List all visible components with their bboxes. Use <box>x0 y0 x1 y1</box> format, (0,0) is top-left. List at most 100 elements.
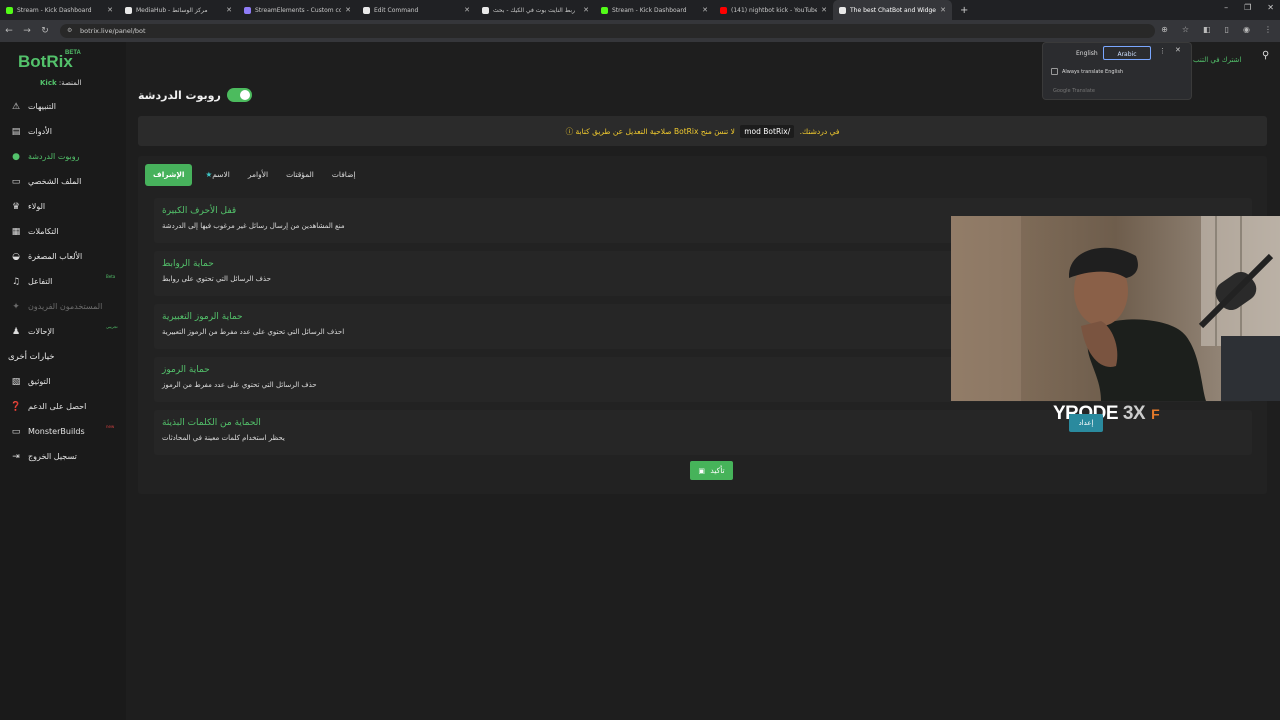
minimize-icon[interactable]: – <box>1224 3 1228 12</box>
tab-close-icon[interactable]: ✕ <box>821 6 827 14</box>
tab-close-icon[interactable]: ✕ <box>107 6 113 14</box>
tab-close-icon[interactable]: ✕ <box>464 6 470 14</box>
tab-title: Edit Command <box>374 6 419 14</box>
panel-tab[interactable]: الاسم★ <box>194 164 237 186</box>
browser-tab[interactable]: The best ChatBot and Widgets ✕ <box>833 0 952 20</box>
notice-pre: في دردشتك. <box>799 127 840 136</box>
tab-label: المؤقتات <box>286 170 314 179</box>
sidebar-badge: تجريبي <box>106 324 118 329</box>
tab-label: إضافات <box>331 170 356 179</box>
tab-close-icon[interactable]: ✕ <box>583 6 589 14</box>
sidebar-item[interactable]: ▦ التكاملات <box>0 219 126 244</box>
bookmark-star-icon[interactable]: ☆ <box>1182 25 1189 34</box>
sidebar-item[interactable]: ▤ الأدوات <box>0 119 126 144</box>
favicon-icon <box>125 6 132 14</box>
more-icon[interactable]: ⋮ <box>1159 47 1166 55</box>
gamepad-icon: ◒ <box>12 251 20 262</box>
lang-english[interactable]: English <box>1068 46 1106 60</box>
botrix-logo[interactable]: BotRix BETA <box>18 50 81 72</box>
panel-tab[interactable]: الإشراف <box>145 164 193 186</box>
platform-value: Kick <box>40 79 57 87</box>
sidebar-item[interactable]: ⚠ التنبيهات <box>0 94 126 119</box>
sidebar: BotRix BETA المنصة: Kick ⚠ التنبيهات ▤ الأد… <box>0 42 126 720</box>
feature-description: يحظر استخدام كلمات معينة في المحادثات <box>162 434 285 442</box>
sidebar-item-label: احصل على الدعم <box>28 402 87 411</box>
subscribe-link[interactable]: اشترك في التنب <box>1193 56 1241 64</box>
sidebar-item[interactable]: ❓ احصل على الدعم <box>0 394 126 419</box>
always-translate-option[interactable]: Always translate English <box>1051 68 1123 75</box>
page-title: روبوت الدردشة <box>138 88 221 102</box>
info-icon: ⓘ <box>565 127 574 136</box>
url-text: botrix.live/panel/bot <box>80 27 146 35</box>
sidebar-item[interactable]: ⇥ تسجيل الخروج <box>0 444 126 469</box>
user-icon: ⚲ <box>1262 50 1270 61</box>
lang-arabic[interactable]: Arabic <box>1103 46 1151 60</box>
tab-close-icon[interactable]: ✕ <box>345 6 351 14</box>
checkbox[interactable] <box>1051 68 1058 75</box>
setup-button[interactable]: إعداد <box>1069 414 1103 432</box>
sidebar-item[interactable]: ▧ التوثيق <box>0 369 126 394</box>
overlay-suffix: 3X <box>1122 403 1146 424</box>
feature-title: قفل الأحرف الكبيرة <box>162 206 237 216</box>
sidebar-badge: Beta <box>106 274 116 279</box>
forward-icon[interactable]: → <box>18 26 36 36</box>
feature-title: الحماية من الكلمات البذيئة <box>162 418 261 428</box>
tab-close-icon[interactable]: ✕ <box>226 6 232 14</box>
sidebar-item-label: الأدوات <box>28 127 52 136</box>
reload-icon[interactable]: ↻ <box>36 26 54 36</box>
support-icon: ❓ <box>10 401 22 412</box>
extensions-icon[interactable]: ◧ <box>1203 25 1211 34</box>
panel-tab[interactable]: الأوامر <box>240 164 276 186</box>
browser-tab[interactable]: StreamElements - Custom com ✕ <box>238 0 357 20</box>
referrals-icon: ♟ <box>11 326 21 337</box>
feature-description: احذف الرسائل التي تحتوي على عدد مفرط من … <box>162 328 345 336</box>
tab-label: الاسم <box>212 170 230 179</box>
site-info-icon[interactable]: ⚙ <box>67 27 72 34</box>
browser-tab[interactable]: Stream - Kick Dashboard ✕ <box>0 0 119 20</box>
sidebar-item[interactable]: ✦ المستخدمون الفريدون <box>0 294 126 319</box>
tab-close-icon[interactable]: ✕ <box>702 6 708 14</box>
favicon-icon <box>363 6 370 14</box>
sidebar-item[interactable]: ◒ الألعاب المصغرة <box>0 244 126 269</box>
sidebar-item-label: تسجيل الخروج <box>28 452 77 461</box>
sidebar-item[interactable]: ♫ التفاعل Beta <box>0 269 126 294</box>
close-window-icon[interactable]: ✕ <box>1267 3 1274 12</box>
sidebar-item[interactable]: ● روبوت الدردشة <box>0 144 126 169</box>
sidebar-item[interactable]: ♛ الولاء <box>0 194 126 219</box>
browser-tab[interactable]: (141) nightbot kick - YouTube ✕ <box>714 0 833 20</box>
feature-title: حماية الرموز التعبيرية <box>162 312 243 322</box>
browser-tab[interactable]: Stream - Kick Dashboard ✕ <box>595 0 714 20</box>
favicon-icon <box>6 6 13 14</box>
chatbot-toggle[interactable] <box>226 88 252 102</box>
platform-indicator: المنصة: Kick <box>40 79 81 87</box>
sidebar-item[interactable]: ▭ الملف الشخصي <box>0 169 126 194</box>
feature-description: حذف الرسائل التي تحتوي على روابط <box>162 275 271 283</box>
save-button[interactable]: ▣ تأكيد <box>690 461 733 480</box>
menu-icon[interactable]: ⋮ <box>1264 25 1272 34</box>
panel-tab[interactable]: المؤقتات <box>278 164 322 186</box>
browser-tab[interactable]: ربط النايت بوت في الكيك - بحث ✕ <box>476 0 595 20</box>
sidebar-item-label: التوثيق <box>28 377 51 386</box>
profile-icon[interactable]: ◉ <box>1243 25 1250 34</box>
tab-close-icon[interactable]: ✕ <box>940 6 946 14</box>
profile-icon: ▭ <box>11 176 21 187</box>
notice-command: /mod BotRix <box>740 125 795 138</box>
panel-tab[interactable]: إضافات <box>324 164 364 186</box>
tools-icon: ▤ <box>11 126 21 137</box>
feature-title: حماية الروابط <box>162 259 214 269</box>
tab-title: ربط النايت بوت في الكيك - بحث <box>493 6 575 14</box>
tab-title: The best ChatBot and Widgets <box>850 6 937 14</box>
sidebar-item[interactable]: ♟ الإحالات تجريبي <box>0 319 126 344</box>
sidepanel-icon[interactable]: ▯ <box>1225 25 1229 34</box>
browser-tab[interactable]: MediaHub - مركز الوسائط ✕ <box>119 0 238 20</box>
translate-icon[interactable]: ⊕ <box>1161 25 1168 34</box>
new-tab-button[interactable]: + <box>952 5 976 16</box>
url-field[interactable]: ⚙ botrix.live/panel/bot <box>60 24 1155 38</box>
maximize-icon[interactable]: ❐ <box>1244 3 1251 12</box>
back-icon[interactable]: ← <box>0 26 18 36</box>
favicon-icon <box>839 6 846 14</box>
close-icon[interactable]: ✕ <box>1175 46 1181 54</box>
tab-title: Stream - Kick Dashboard <box>612 6 687 14</box>
sidebar-item[interactable]: ▭ MonsterBuilds new <box>0 419 126 444</box>
browser-tab[interactable]: Edit Command ✕ <box>357 0 476 20</box>
